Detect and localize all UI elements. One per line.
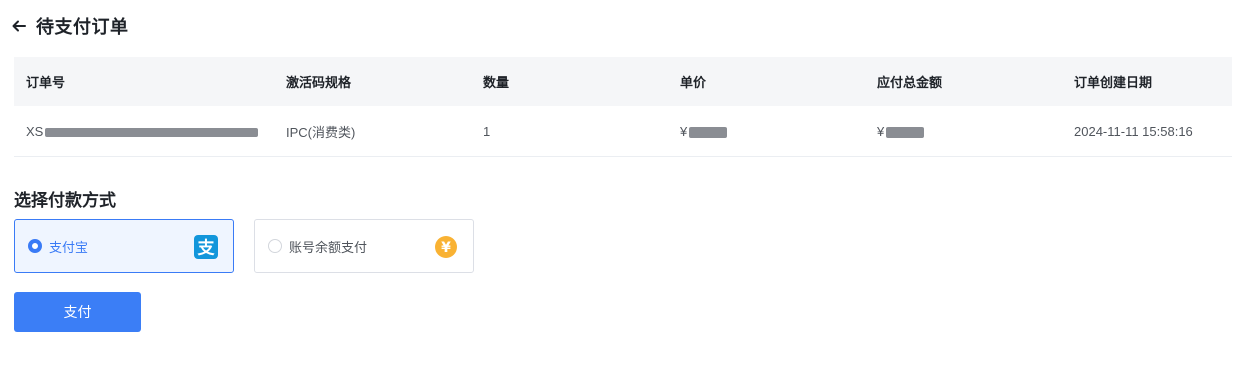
svg-text:¥: ¥ (441, 240, 451, 256)
column-header-order-no: 订单号 (26, 75, 66, 90)
svg-text:支: 支 (198, 238, 216, 259)
unit-price-currency: ¥ (680, 123, 688, 139)
yuan-coin-icon: ¥ (434, 235, 458, 259)
arrow-left-icon[interactable] (10, 17, 28, 35)
payment-option-alipay[interactable]: 支付宝 支 (14, 219, 234, 273)
column-header-total: 应付总金额 (877, 75, 943, 90)
payment-option-balance[interactable]: 账号余额支付 ¥ (254, 219, 474, 273)
quantity-cell: 1 (483, 123, 491, 139)
column-header-created-at: 订单创建日期 (1074, 75, 1153, 90)
payment-option-label: 支付宝 (49, 240, 89, 255)
radio-alipay[interactable] (28, 239, 42, 253)
table-header-row: 订单号 激活码规格 数量 单价 应付总金额 订单创建日期 (14, 57, 1232, 106)
table-row: XS IPC(消费类) 1 ¥ ¥ 2024-11-11 15:58:16 (14, 106, 1232, 157)
radio-balance[interactable] (268, 239, 282, 253)
pay-button[interactable]: 支付 (14, 292, 141, 332)
created-at-cell: 2024-11-11 15:58:16 (1074, 123, 1193, 139)
order-table: 订单号 激活码规格 数量 单价 应付总金额 订单创建日期 XS IPC(消费类)… (14, 57, 1232, 157)
page-title: 待支付订单 (36, 17, 129, 37)
order-no-prefix: XS (26, 123, 44, 139)
total-cell: ¥ (865, 124, 1062, 139)
spec-cell: IPC(消费类) (286, 124, 356, 140)
payment-option-label: 账号余额支付 (289, 240, 368, 255)
redacted-unit-price (689, 126, 728, 138)
column-header-quantity: 数量 (483, 75, 510, 90)
unit-price-cell: ¥ (668, 124, 865, 139)
page-header: 待支付订单 (10, 12, 129, 40)
order-no-cell: XS (14, 124, 274, 139)
redacted-total (886, 126, 925, 138)
payment-section-title: 选择付款方式 (14, 191, 116, 210)
column-header-spec: 激活码规格 (286, 75, 352, 90)
alipay-icon: 支 (194, 235, 218, 259)
redacted-order-no (45, 127, 259, 137)
column-header-unit-price: 单价 (680, 75, 707, 90)
total-currency: ¥ (877, 123, 885, 139)
